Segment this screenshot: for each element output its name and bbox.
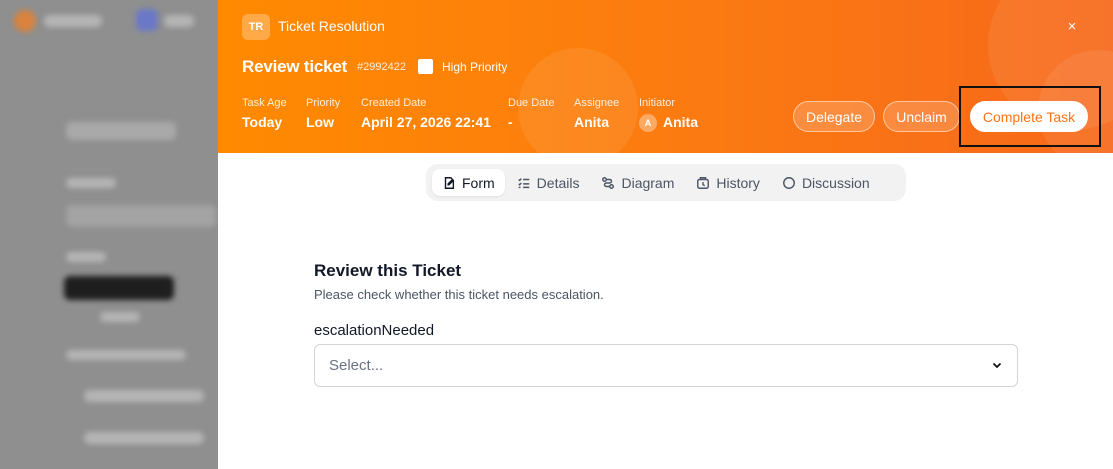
meta-label: Initiator (639, 97, 676, 109)
meta-label: Task Age (242, 97, 287, 109)
meta-label: Due Date (508, 97, 555, 109)
close-button[interactable]: × (1063, 18, 1081, 36)
meta-label: Priority (306, 97, 341, 109)
focus-outline (959, 86, 1101, 147)
select-placeholder: Select... (329, 357, 384, 374)
tab-discussion[interactable]: Discussion (772, 169, 880, 196)
tab-form[interactable]: Form (432, 169, 505, 196)
tab-label: Diagram (621, 174, 675, 191)
avatar: A (639, 114, 657, 133)
escalation-select[interactable]: Select... (314, 344, 1018, 387)
meta-value: April 27, 2026 22:41 (361, 114, 491, 130)
diagram-icon (602, 176, 615, 189)
high-priority-label: High Priority (442, 60, 508, 74)
meta-value: A Anita (639, 114, 698, 133)
process-badge: TR (242, 14, 270, 40)
tab-history[interactable]: History (686, 169, 770, 196)
meta-assignee: Assignee Anita (574, 97, 619, 130)
tab-details[interactable]: Details (507, 169, 590, 196)
meta-priority: Priority Low (306, 97, 340, 130)
meta-task-age: Task Age Today (242, 97, 287, 130)
meta-value: Today (242, 114, 283, 130)
meta-label: Created Date (361, 97, 427, 109)
meta-value: Anita (574, 114, 609, 130)
process-name: Ticket Resolution (278, 18, 385, 34)
background-app-blurred (0, 0, 218, 469)
tab-label: Discussion (801, 174, 870, 191)
high-priority-checkbox[interactable] (418, 59, 433, 74)
delegate-button[interactable]: Delegate (793, 101, 875, 132)
chat-icon (782, 176, 795, 189)
task-title: Review ticket (242, 57, 348, 76)
unclaim-button[interactable]: Unclaim (883, 101, 960, 132)
history-icon (697, 176, 710, 189)
list-icon (517, 177, 529, 188)
escalation-field-label: escalationNeeded (314, 322, 435, 339)
tab-label: Form (462, 174, 495, 191)
meta-created-date: Created Date April 27, 2026 22:41 (361, 97, 491, 130)
ticket-id: #2992422 (357, 61, 406, 73)
meta-value: Low (306, 114, 334, 130)
meta-due-date: Due Date - (508, 97, 554, 130)
tab-diagram[interactable]: Diagram (591, 169, 684, 196)
tab-bar: Form Details Diagram History Discussion (426, 164, 906, 201)
tab-label: History (716, 174, 760, 191)
meta-value: - (508, 114, 513, 130)
chevron-down-icon (992, 362, 1002, 369)
task-header: TR Ticket Resolution × Review ticket #29… (218, 0, 1113, 153)
form-description: Please check whether this ticket needs e… (314, 287, 604, 302)
task-panel: TR Ticket Resolution × Review ticket #29… (218, 0, 1113, 469)
form-icon (444, 176, 455, 189)
meta-label: Assignee (574, 97, 620, 109)
form-title: Review this Ticket (314, 261, 462, 280)
tab-label: Details (536, 174, 580, 191)
initiator-name: Anita (663, 114, 698, 130)
meta-initiator: Initiator A Anita (639, 97, 698, 133)
